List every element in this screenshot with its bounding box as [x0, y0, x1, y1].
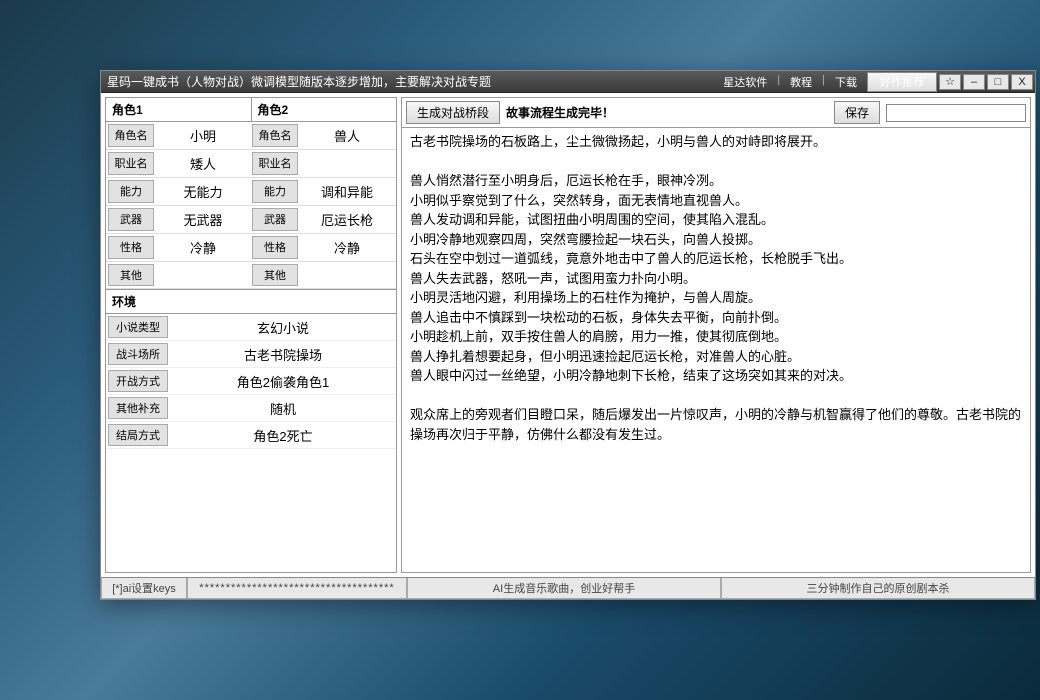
close-button[interactable]: X: [1011, 74, 1033, 90]
char1-other[interactable]: [156, 262, 250, 288]
env-header: 环境: [106, 289, 396, 314]
main-area: 角色1 角色2 角色名 小明 角色名 兽人 职业名 矮人 职业名 能力: [101, 93, 1035, 577]
char1-job[interactable]: 矮人: [156, 150, 250, 177]
env-row: 其他补充 随机: [106, 395, 396, 422]
link-download[interactable]: 下载: [831, 73, 861, 91]
env-label-button[interactable]: 战斗场所: [108, 343, 168, 365]
char2-weapon[interactable]: 厄运长枪: [300, 206, 394, 233]
char-label-button[interactable]: 能力: [252, 180, 298, 203]
char2-other[interactable]: [300, 262, 394, 288]
char-row: 职业名 矮人 职业名: [106, 150, 396, 178]
char1-trait[interactable]: 冷静: [156, 234, 250, 261]
promo-music-button[interactable]: AI生成音乐歌曲，创业好帮手: [407, 578, 721, 599]
char-label-button[interactable]: 能力: [108, 180, 154, 203]
col-header-char2: 角色2: [252, 98, 397, 121]
char-label-button[interactable]: 职业名: [252, 152, 298, 175]
right-panel: 生成对战桥段 故事流程生成完毕！ 保存 古老书院操场的石板路上，尘土微微扬起，小…: [401, 97, 1031, 573]
char-label-button[interactable]: 性格: [108, 236, 154, 259]
env-label-button[interactable]: 小说类型: [108, 316, 168, 338]
char1-ability[interactable]: 无能力: [156, 178, 250, 205]
env-label-button[interactable]: 其他补充: [108, 397, 168, 419]
bottom-bar: [*]ai设置keys ****************************…: [101, 577, 1035, 599]
maximize-button[interactable]: □: [987, 74, 1009, 90]
right-toolbar: 生成对战桥段 故事流程生成完毕！ 保存: [402, 98, 1030, 128]
char-label-button[interactable]: 武器: [108, 208, 154, 231]
status-text: 故事流程生成完毕！: [506, 104, 614, 121]
masked-key-display: *************************************: [187, 578, 407, 599]
char-row: 其他 其他: [106, 262, 396, 289]
link-software[interactable]: 星达软件: [719, 73, 771, 91]
env-novel-type[interactable]: 玄幻小说: [170, 315, 396, 340]
char1-name[interactable]: 小明: [156, 122, 250, 149]
col-header-char1: 角色1: [106, 98, 252, 121]
char-row: 武器 无武器 武器 厄运长枪: [106, 206, 396, 234]
char-label-button[interactable]: 武器: [252, 208, 298, 231]
recommend-button[interactable]: 好作推荐: [867, 72, 937, 92]
char2-trait[interactable]: 冷静: [300, 234, 394, 261]
char-label-button[interactable]: 职业名: [108, 152, 154, 175]
env-location[interactable]: 古老书院操场: [170, 342, 396, 367]
char-label-button[interactable]: 性格: [252, 236, 298, 259]
generate-button[interactable]: 生成对战桥段: [406, 101, 500, 124]
char2-name[interactable]: 兽人: [300, 122, 394, 149]
env-row: 开战方式 角色2偷袭角色1: [106, 368, 396, 395]
char1-weapon[interactable]: 无武器: [156, 206, 250, 233]
story-output[interactable]: 古老书院操场的石板路上，尘土微微扬起，小明与兽人的对峙即将展开。 兽人悄然潜行至…: [402, 128, 1030, 572]
env-row: 小说类型 玄幻小说: [106, 314, 396, 341]
favorite-icon[interactable]: ☆: [939, 74, 961, 90]
char-row: 性格 冷静 性格 冷静: [106, 234, 396, 262]
env-row: 结局方式 角色2死亡: [106, 422, 396, 449]
env-label-button[interactable]: 结局方式: [108, 424, 168, 446]
titlebar-links: 星达软件| 教程| 下载: [719, 73, 861, 91]
char-row: 角色名 小明 角色名 兽人: [106, 122, 396, 150]
env-ending[interactable]: 角色2死亡: [170, 423, 396, 448]
titlebar: 星码一键成书（人物对战）微调模型随版本逐步增加，主要解决对战专题 星达软件| 教…: [101, 71, 1035, 93]
minimize-button[interactable]: –: [963, 74, 985, 90]
env-label-button[interactable]: 开战方式: [108, 370, 168, 392]
env-row: 战斗场所 古老书院操场: [106, 341, 396, 368]
env-start[interactable]: 角色2偷袭角色1: [170, 369, 396, 394]
window-controls: ☆ – □ X: [937, 74, 1033, 90]
character-header: 角色1 角色2: [106, 98, 396, 122]
char-row: 能力 无能力 能力 调和异能: [106, 178, 396, 206]
window-title: 星码一键成书（人物对战）微调模型随版本逐步增加，主要解决对战专题: [107, 73, 719, 90]
char-label-button[interactable]: 其他: [108, 264, 154, 286]
app-window: 星码一键成书（人物对战）微调模型随版本逐步增加，主要解决对战专题 星达软件| 教…: [100, 70, 1036, 600]
env-extra[interactable]: 随机: [170, 396, 396, 421]
char-label-button[interactable]: 其他: [252, 264, 298, 286]
left-panel: 角色1 角色2 角色名 小明 角色名 兽人 职业名 矮人 职业名 能力: [105, 97, 397, 573]
save-button[interactable]: 保存: [834, 101, 880, 124]
promo-script-button[interactable]: 三分钟制作自己的原创剧本杀: [721, 578, 1035, 599]
char-label-button[interactable]: 角色名: [108, 124, 154, 147]
save-filename-input[interactable]: [886, 104, 1026, 122]
char2-ability[interactable]: 调和异能: [300, 178, 394, 205]
ai-keys-button[interactable]: [*]ai设置keys: [101, 578, 187, 599]
char2-job[interactable]: [300, 150, 394, 177]
link-tutorial[interactable]: 教程: [786, 73, 816, 91]
character-rows: 角色名 小明 角色名 兽人 职业名 矮人 职业名 能力 无能力 能力 调和异能: [106, 122, 396, 289]
char-label-button[interactable]: 角色名: [252, 124, 298, 147]
